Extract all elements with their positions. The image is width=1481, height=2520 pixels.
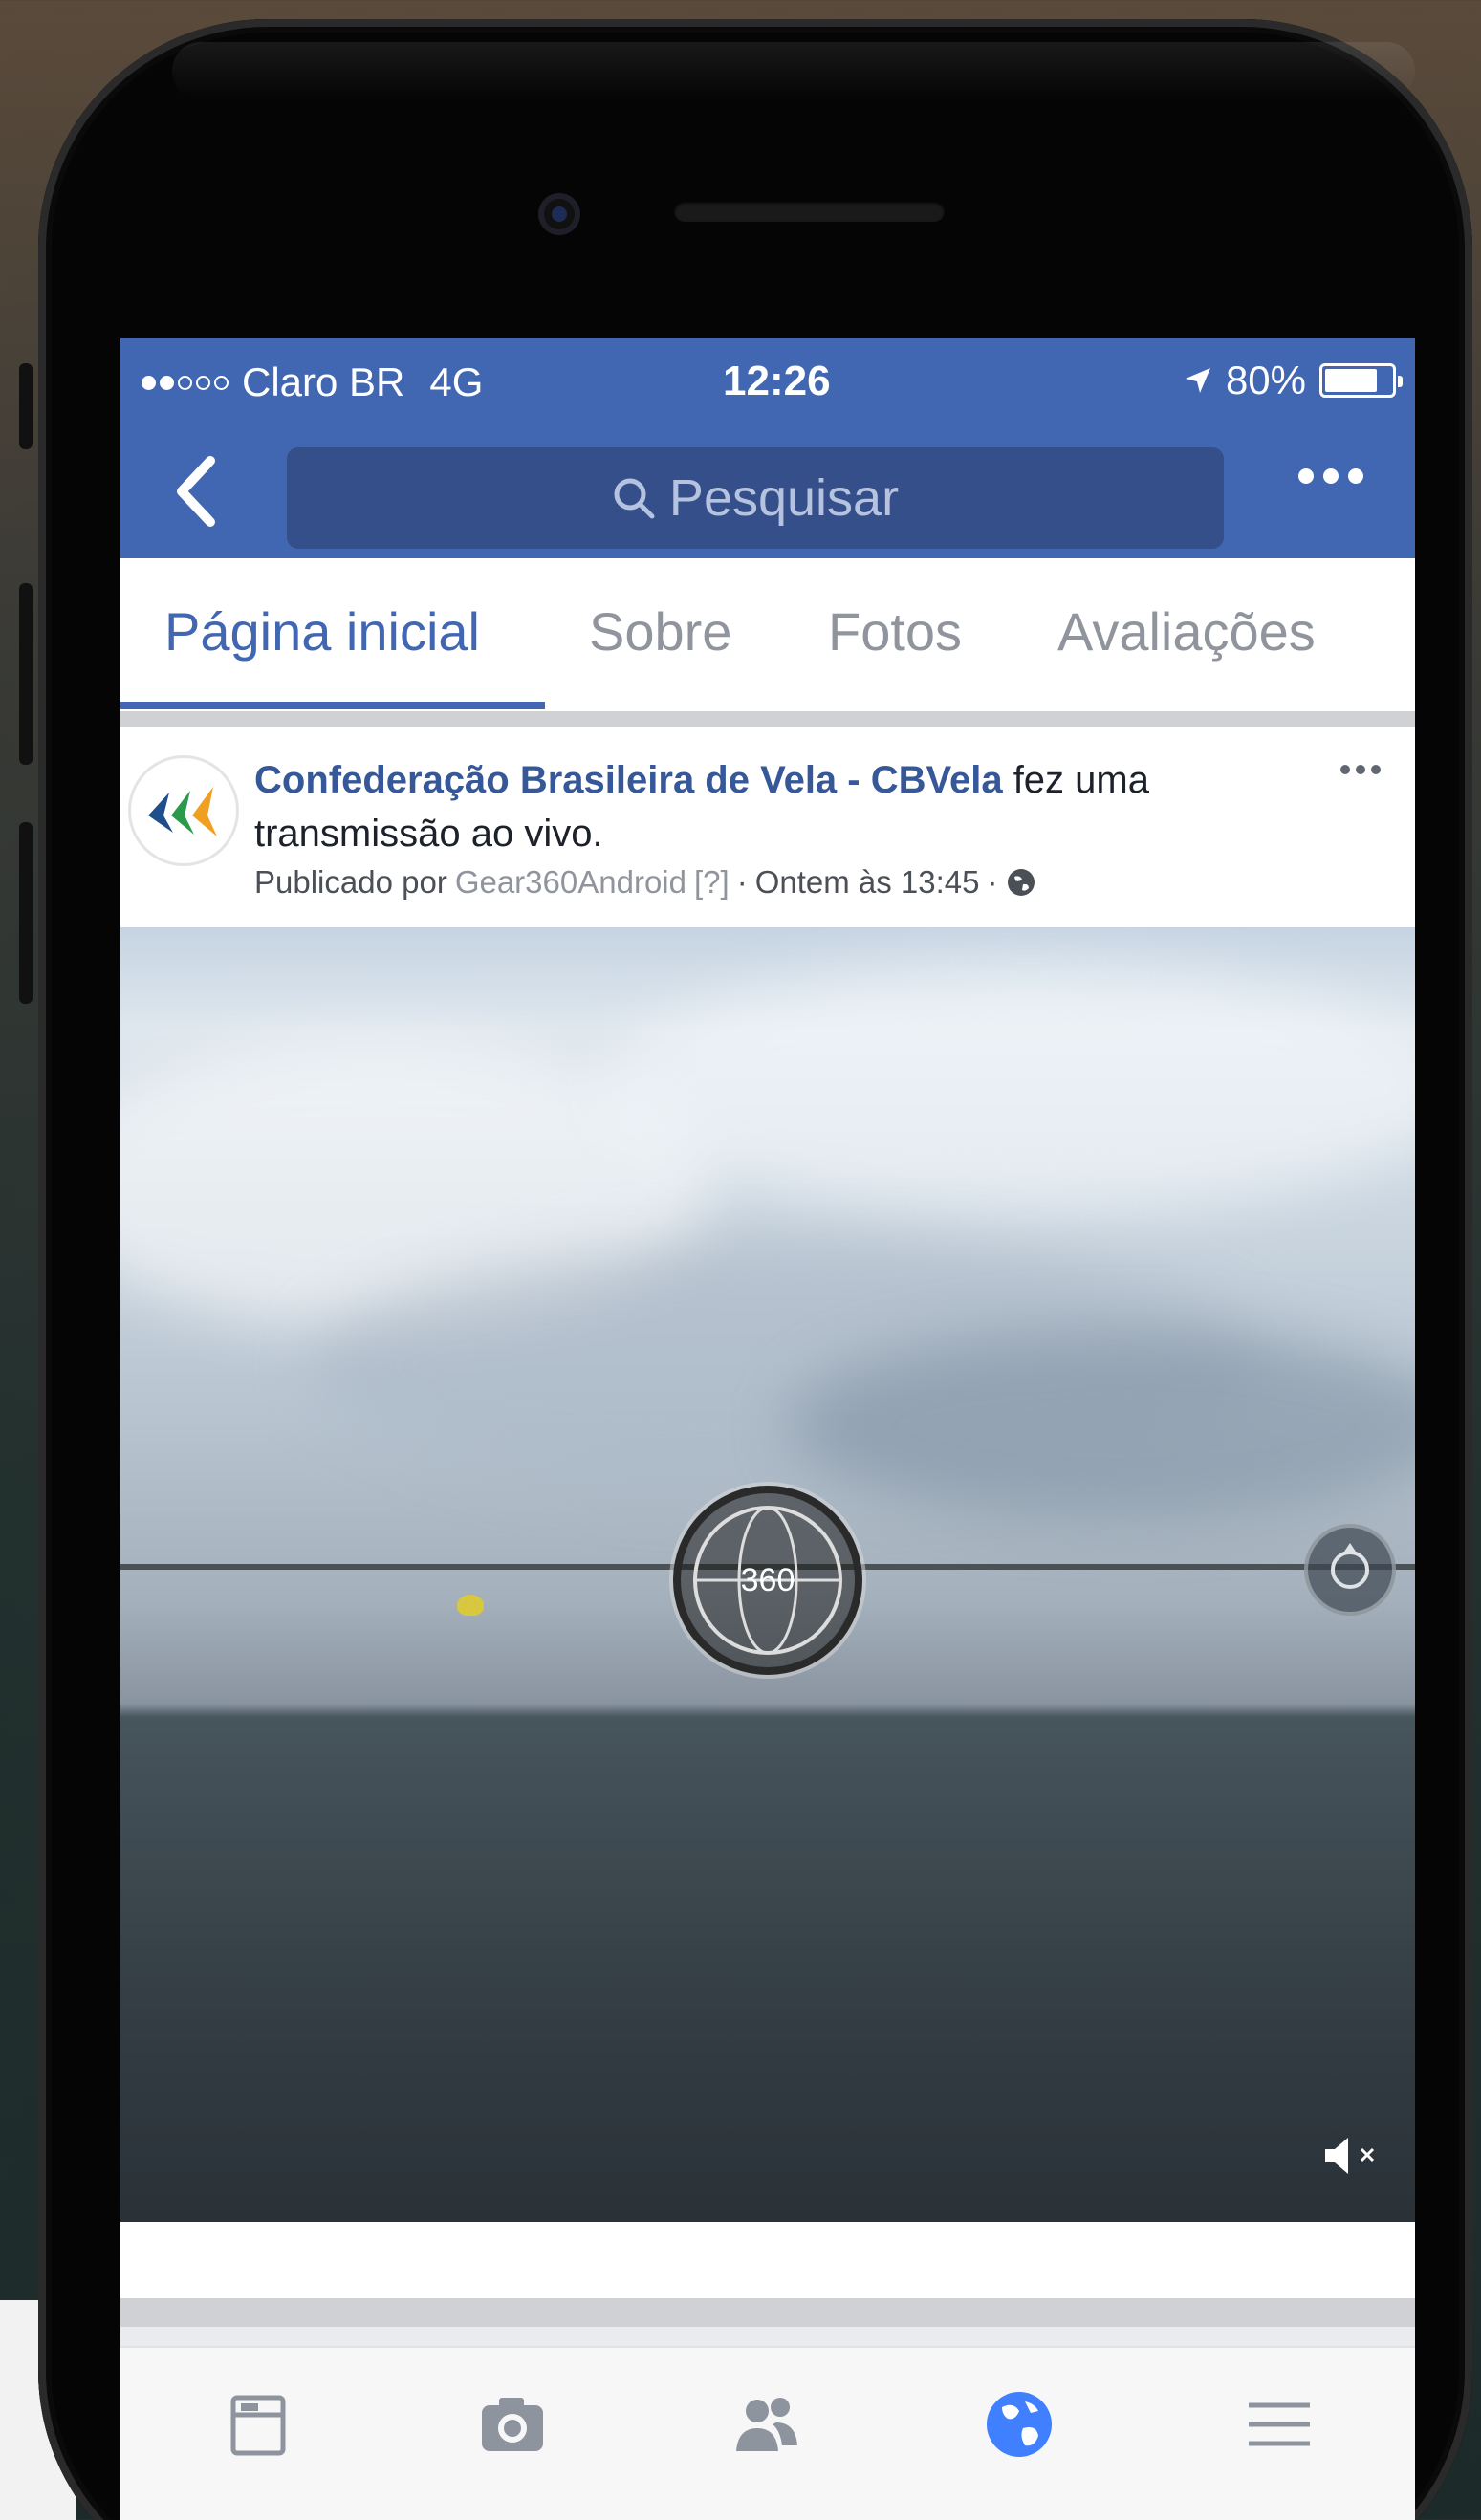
tab-photos[interactable]: Fotos xyxy=(828,600,962,663)
360-label: 360 xyxy=(740,1562,795,1598)
carrier-info: Claro BR 4G xyxy=(142,359,483,405)
status-bar: Claro BR 4G 12:26 80% xyxy=(120,338,1415,424)
tab-camera[interactable] xyxy=(474,2386,551,2463)
buoy xyxy=(457,1595,484,1616)
camera-icon xyxy=(482,2398,543,2451)
cloud xyxy=(599,966,1415,1214)
menu-icon xyxy=(1249,2402,1310,2446)
post-meta: Publicado por Gear360Android [?] · Ontem… xyxy=(254,864,1036,901)
phone-screen: Claro BR 4G 12:26 80% Pesquisar Página i… xyxy=(120,338,1415,2520)
back-button[interactable] xyxy=(168,453,226,530)
post-title: Confederação Brasileira de Vela - CBVela… xyxy=(254,753,1258,860)
battery-percent: 80% xyxy=(1225,358,1306,402)
facebook-header: Claro BR 4G 12:26 80% Pesquisar xyxy=(120,338,1415,558)
battery-icon xyxy=(1319,363,1403,398)
signal-strength-icon xyxy=(142,375,229,390)
more-dots-icon xyxy=(1298,468,1314,484)
meta-separator: · xyxy=(736,864,748,900)
phone-glare xyxy=(172,42,1415,99)
search-placeholder: Pesquisar xyxy=(668,469,900,527)
front-camera xyxy=(538,193,580,235)
volume-down-button xyxy=(19,822,33,1004)
active-tab-indicator xyxy=(120,702,545,709)
back-chevron-icon xyxy=(177,456,215,527)
carrier-name: Claro BR xyxy=(242,359,405,404)
search-icon xyxy=(614,478,655,519)
post-options-button[interactable] xyxy=(1340,765,1381,774)
post-footer xyxy=(120,2222,1415,2298)
search-input[interactable]: Pesquisar xyxy=(287,447,1224,549)
speaker-muted-icon xyxy=(1325,2138,1375,2174)
friends-icon xyxy=(736,2398,797,2451)
bottom-tab-bar xyxy=(120,2346,1415,2520)
cbvela-logo-icon xyxy=(148,787,217,836)
published-by-label: Publicado por xyxy=(254,864,447,900)
post-header: Confederação Brasileira de Vela - CBVela… xyxy=(120,727,1415,927)
page-tabs: Página inicial Sobre Fotos Avaliações xyxy=(120,558,1415,711)
divider xyxy=(120,711,1415,727)
tab-news-feed[interactable] xyxy=(220,2386,296,2463)
author-badge[interactable]: [?] xyxy=(694,864,730,901)
navigation-bar: Pesquisar xyxy=(120,434,1415,549)
360-view-button[interactable]: 360 xyxy=(673,1486,862,1675)
mute-switch xyxy=(19,363,33,449)
status-right: 80% xyxy=(1184,358,1403,403)
cloud xyxy=(790,1329,1415,1520)
news-feed-icon xyxy=(230,2395,286,2456)
compass-arrow-icon xyxy=(1331,1543,1369,1589)
mute-button[interactable] xyxy=(1319,2132,1386,2180)
compass-icon[interactable] xyxy=(1304,1524,1396,1616)
tab-friends[interactable] xyxy=(729,2386,805,2463)
globe-privacy-icon xyxy=(1007,869,1035,896)
meta-separator: · xyxy=(987,864,998,900)
more-options-button[interactable] xyxy=(1298,468,1363,484)
earpiece-speaker xyxy=(674,201,945,222)
page-name-link[interactable]: Confederação Brasileira de Vela - CBVela xyxy=(254,759,1003,801)
post-more-dots-icon xyxy=(1340,765,1350,774)
tab-reviews[interactable]: Avaliações xyxy=(1057,600,1316,663)
network-type: 4G xyxy=(429,359,484,404)
tab-home[interactable]: Página inicial xyxy=(164,600,480,663)
page-avatar[interactable] xyxy=(128,755,239,866)
volume-up-button xyxy=(19,583,33,765)
divider xyxy=(120,2298,1415,2327)
tab-notifications[interactable] xyxy=(981,2386,1057,2463)
status-time: 12:26 xyxy=(723,358,831,404)
globe-notifications-icon xyxy=(987,2392,1052,2457)
tab-about[interactable]: Sobre xyxy=(589,600,731,663)
video-360-player[interactable]: 360 xyxy=(120,927,1415,2222)
post-timestamp[interactable]: Ontem às 13:45 xyxy=(755,864,980,901)
author-link[interactable]: Gear360Android xyxy=(455,864,686,901)
tab-menu[interactable] xyxy=(1241,2386,1318,2463)
location-arrow-icon xyxy=(1185,368,1210,393)
